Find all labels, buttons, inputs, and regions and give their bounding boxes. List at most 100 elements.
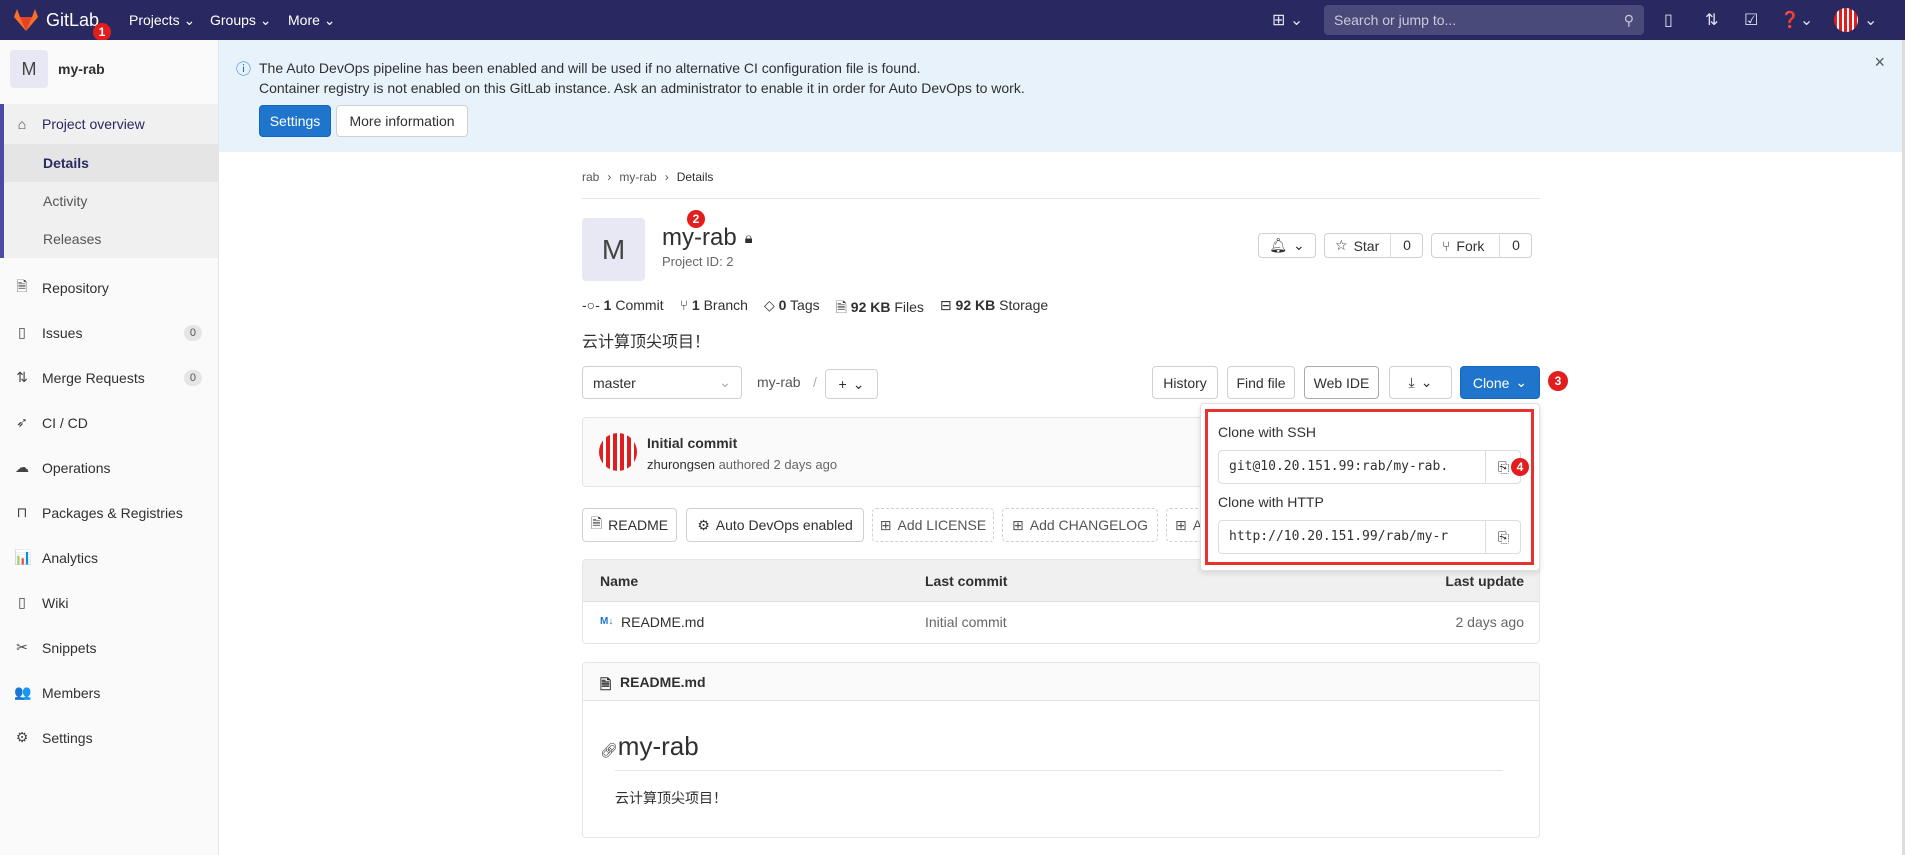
more-menu[interactable]: More ⌄ xyxy=(288,12,336,29)
auto-devops-button[interactable]: ⚙ Auto DevOps enabled xyxy=(686,508,864,542)
add-changelog-button[interactable]: ⊞ Add CHANGELOG xyxy=(1002,508,1158,542)
author-avatar[interactable] xyxy=(599,433,637,471)
project-name: my-rab xyxy=(662,224,737,251)
sidebar-item-issues[interactable]: ▯ Issues 0 xyxy=(0,310,218,355)
package-icon: ⊓ xyxy=(16,504,28,520)
info-icon: ⓘ xyxy=(236,61,252,78)
file-table: Name Last commit Last update M↓ README.m… xyxy=(582,559,1540,644)
breadcrumb-rab[interactable]: rab xyxy=(582,170,599,184)
plus-square-icon: ⊞ xyxy=(1012,516,1024,533)
clone-button[interactable]: Clone ⌄ xyxy=(1460,366,1540,399)
commits-stat[interactable]: -○- 1 Commit xyxy=(582,297,664,321)
find-file-button[interactable]: Find file xyxy=(1227,366,1295,399)
star-count: 0 xyxy=(1390,234,1423,257)
commit-title[interactable]: Initial commit xyxy=(647,435,737,451)
label: Wiki xyxy=(42,594,69,611)
project-avatar[interactable]: M xyxy=(10,50,48,88)
sidebar-item-members[interactable]: 👥 Members xyxy=(0,670,218,715)
breadcrumb-my-rab[interactable]: my-rab xyxy=(619,170,656,184)
clone-label: Clone xyxy=(1472,374,1510,391)
branch-icon: ⑂ xyxy=(679,297,688,313)
groups-menu[interactable]: Groups ⌄ xyxy=(210,12,272,29)
notification-dropdown[interactable]: 🔔︎ ⌄ xyxy=(1258,233,1316,258)
history-button[interactable]: History xyxy=(1152,366,1218,399)
path-separator: / xyxy=(813,374,817,390)
sidebar-item-project-overview[interactable]: ⌂ Project overview xyxy=(0,104,218,144)
projects-menu[interactable]: Projects ⌄ xyxy=(129,12,195,29)
file-icon: 🗎 xyxy=(835,299,847,315)
search-input[interactable]: Search or jump to... ⚲ xyxy=(1324,5,1644,35)
readme-button[interactable]: 🗎 README xyxy=(582,508,677,542)
label: Add CHANGELOG xyxy=(1029,517,1148,533)
sidebar-item-activity[interactable]: Activity xyxy=(4,182,218,220)
sidebar-item-releases[interactable]: Releases xyxy=(4,220,218,258)
projects-label: Projects xyxy=(129,12,180,28)
add-license-button[interactable]: ⊞ Add LICENSE xyxy=(872,508,994,542)
sidebar-item-details[interactable]: Details xyxy=(4,144,218,182)
file-last-commit[interactable]: Initial commit xyxy=(925,614,1007,630)
sidebar-item-analytics[interactable]: 📊 Analytics xyxy=(0,535,218,580)
todos-icon[interactable]: ☑ xyxy=(1744,10,1758,30)
download-dropdown[interactable]: ⤓ ⌄ xyxy=(1389,366,1452,399)
gitlab-logo[interactable]: GitLab xyxy=(14,9,99,31)
sidebar-item-ci-cd[interactable]: ➶ CI / CD xyxy=(0,400,218,445)
label: Members xyxy=(42,684,101,701)
more-information-button[interactable]: More information xyxy=(336,105,468,137)
user-avatar[interactable] xyxy=(1834,8,1858,32)
brand-name: GitLab xyxy=(46,9,100,30)
branch-select[interactable]: master ⌄ xyxy=(582,366,742,399)
sidebar-project-name[interactable]: my-rab xyxy=(58,61,105,77)
http-url-field[interactable]: http://10.20.151.99/rab/my-r ⎘ xyxy=(1218,520,1521,554)
label: Packages & Registries xyxy=(42,504,183,521)
alert-line-2: Container registry is not enabled on thi… xyxy=(259,80,1025,96)
add-file-dropdown[interactable]: + ⌄ xyxy=(825,369,878,399)
tags-stat[interactable]: ◇ 0 Tags xyxy=(764,297,820,321)
branches-stat[interactable]: ⑂ 1 Branch xyxy=(680,297,748,321)
web-ide-button[interactable]: Web IDE xyxy=(1304,366,1379,399)
label: Snippets xyxy=(42,639,97,656)
plus-square-icon: ⊞ xyxy=(1175,516,1187,533)
label: Auto DevOps enabled xyxy=(715,517,853,533)
issues-icon[interactable]: ▯ xyxy=(1664,10,1673,30)
sidebar-item-operations[interactable]: ☁ Operations xyxy=(0,445,218,490)
file-name[interactable]: README.md xyxy=(621,614,704,630)
star-button[interactable]: ☆ Star 0 xyxy=(1324,233,1423,258)
close-icon[interactable]: × xyxy=(1874,52,1885,73)
groups-label: Groups xyxy=(210,12,256,28)
readme-body: 云计算顶尖项目！ xyxy=(615,790,727,806)
copy-http-icon[interactable]: ⎘ xyxy=(1485,521,1521,553)
merge-requests-icon[interactable]: ⇅ xyxy=(1705,10,1718,30)
help-icon[interactable]: ❓⌄ xyxy=(1780,10,1813,30)
clone-dropdown: Clone with SSH git@10.20.151.99:rab/my-r… xyxy=(1200,403,1540,571)
book-icon: ▯ xyxy=(18,594,26,610)
divider xyxy=(582,198,1540,199)
fork-icon: ⑂ xyxy=(1442,237,1451,254)
alert-line-1: The Auto DevOps pipeline has been enable… xyxy=(259,60,921,76)
sidebar-item-packages[interactable]: ⊓ Packages & Registries xyxy=(0,490,218,535)
table-row[interactable]: M↓ README.md Initial commit 2 days ago xyxy=(583,602,1539,643)
repo-path[interactable]: my-rab xyxy=(757,374,801,390)
sidebar-item-merge-requests[interactable]: ⇅ Merge Requests 0 xyxy=(0,355,218,400)
sidebar-item-wiki[interactable]: ▯ Wiki xyxy=(0,580,218,625)
commit-author[interactable]: zhurongsen xyxy=(647,457,715,472)
issues-count: 0 xyxy=(183,324,202,341)
storage-stat[interactable]: ⊟ 92 KB Storage xyxy=(940,297,1048,321)
project-description: 云计算顶尖项目！ xyxy=(582,334,711,351)
header-last-commit: Last commit xyxy=(925,573,1008,589)
home-icon: ⌂ xyxy=(17,116,27,132)
fork-button[interactable]: ⑂ Fork 0 xyxy=(1431,233,1532,258)
chevron-down-icon[interactable]: ⌄ xyxy=(1864,10,1877,30)
sidebar-item-settings[interactable]: ⚙ Settings xyxy=(0,715,218,760)
sidebar-item-repository[interactable]: 🗎 Repository xyxy=(0,265,218,310)
readme-filename: README.md xyxy=(620,674,706,690)
new-plus-icon[interactable]: ⊞ ⌄ xyxy=(1272,10,1303,30)
ssh-url-field[interactable]: git@10.20.151.99:rab/my-rab. ⎘ xyxy=(1218,450,1521,484)
tag-icon: ◇ xyxy=(763,297,775,313)
link-icon[interactable]: 🔗︎ xyxy=(600,742,618,759)
file-icon: 🗎 xyxy=(590,515,603,531)
sidebar-item-snippets[interactable]: ✂ Snippets xyxy=(0,625,218,670)
file-icon: 🗎 xyxy=(16,277,28,294)
files-stat[interactable]: 🗎 92 KB Files xyxy=(836,297,924,321)
breadcrumb-details[interactable]: Details xyxy=(677,170,714,184)
settings-button[interactable]: Settings xyxy=(259,105,331,137)
